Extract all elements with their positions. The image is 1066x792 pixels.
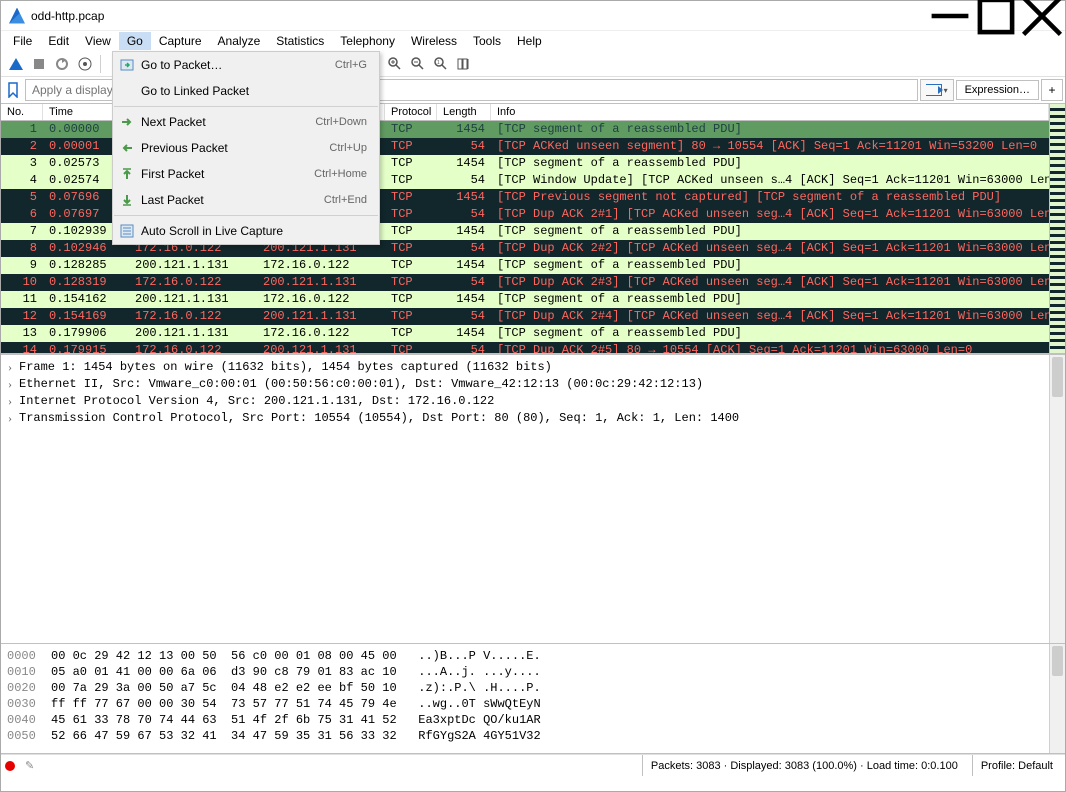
last-icon [113, 192, 141, 208]
hex-row[interactable]: 004045 61 33 78 70 74 44 63 51 4f 2f 6b … [7, 712, 1059, 728]
detail-text: Transmission Control Protocol, Src Port:… [19, 410, 739, 427]
status-profile[interactable]: Profile: Default [972, 755, 1061, 776]
go-menu-go-to-linked-packet[interactable]: Go to Linked Packet [113, 78, 379, 104]
detail-row[interactable]: ›Ethernet II, Src: Vmware_c0:00:01 (00:5… [1, 376, 1065, 393]
expand-icon[interactable]: › [1, 359, 19, 376]
zoom-reset-icon[interactable]: 1 [430, 53, 452, 75]
next-icon [113, 114, 141, 130]
prev-icon [113, 140, 141, 156]
add-filter-button[interactable]: + [1041, 79, 1063, 101]
column-length[interactable]: Length [437, 104, 491, 120]
go-menu-auto-scroll-in-live-capture[interactable]: Auto Scroll in Live Capture [113, 218, 379, 244]
packet-details-pane[interactable]: ›Frame 1: 1454 bytes on wire (11632 bits… [1, 354, 1065, 644]
menu-capture[interactable]: Capture [151, 32, 210, 50]
first-icon [113, 166, 141, 182]
menu-tools[interactable]: Tools [465, 32, 509, 50]
column-no[interactable]: No. [1, 104, 43, 120]
maximize-button[interactable] [973, 1, 1019, 31]
menu-item-shortcut: Ctrl+Home [314, 168, 367, 180]
menu-go[interactable]: Go [119, 32, 151, 50]
menu-item-label: Next Packet [141, 115, 315, 129]
close-button[interactable] [1019, 1, 1065, 31]
go-menu-next-packet[interactable]: Next PacketCtrl+Down [113, 109, 379, 135]
status-packets: Packets: 3083 · Displayed: 3083 (100.0%)… [642, 755, 966, 776]
go-menu-previous-packet[interactable]: Previous PacketCtrl+Up [113, 135, 379, 161]
menu-edit[interactable]: Edit [40, 32, 77, 50]
menu-item-label: Go to Linked Packet [141, 84, 367, 98]
packet-row[interactable]: 100.128319172.16.0.122200.121.1.131TCP54… [1, 274, 1049, 291]
expand-icon[interactable]: › [1, 410, 19, 427]
menu-item-label: Auto Scroll in Live Capture [141, 224, 367, 238]
zoom-in-icon[interactable] [384, 53, 406, 75]
menu-wireless[interactable]: Wireless [403, 32, 465, 50]
detail-text: Internet Protocol Version 4, Src: 200.12… [19, 393, 494, 410]
start-capture-icon[interactable] [5, 53, 27, 75]
menu-telephony[interactable]: Telephony [332, 32, 403, 50]
status-bar: ✎ Packets: 3083 · Displayed: 3083 (100.0… [1, 754, 1065, 776]
hex-row[interactable]: 005052 66 47 59 67 53 32 41 34 47 59 35 … [7, 728, 1059, 744]
go-menu-last-packet[interactable]: Last PacketCtrl+End [113, 187, 379, 213]
detail-text: Ethernet II, Src: Vmware_c0:00:01 (00:50… [19, 376, 703, 393]
menu-view[interactable]: View [77, 32, 119, 50]
go-dropdown-menu: Go to Packet…Ctrl+G Go to Linked Packet Ne… [112, 51, 380, 245]
packet-row[interactable]: 120.154169172.16.0.122200.121.1.131TCP54… [1, 308, 1049, 325]
bookmark-icon[interactable] [3, 80, 23, 100]
column-info[interactable]: Info [491, 104, 1049, 120]
capture-options-icon[interactable] [74, 53, 96, 75]
hex-row[interactable]: 001005 a0 01 41 00 00 6a 06 d3 90 c8 79 … [7, 664, 1059, 680]
edit-status-icon[interactable]: ✎ [25, 759, 34, 772]
svg-text:1: 1 [437, 60, 440, 66]
menu-item-label: Go to Packet… [141, 58, 335, 72]
zoom-out-icon[interactable] [407, 53, 429, 75]
menu-item-shortcut: Ctrl+Down [315, 116, 367, 128]
details-scrollbar[interactable] [1049, 355, 1065, 643]
expression-button[interactable]: Expression… [956, 80, 1039, 100]
packet-bytes-pane[interactable]: 000000 0c 29 42 12 13 00 50 56 c0 00 01 … [1, 644, 1065, 754]
expand-icon[interactable]: › [1, 376, 19, 393]
app-logo-icon [9, 8, 25, 24]
hex-row[interactable]: 000000 0c 29 42 12 13 00 50 56 c0 00 01 … [7, 648, 1059, 664]
apply-filter-button[interactable]: ▾ [920, 79, 954, 101]
detail-text: Frame 1: 1454 bytes on wire (11632 bits)… [19, 359, 552, 376]
stop-capture-icon[interactable] [28, 53, 50, 75]
detail-row[interactable]: ›Transmission Control Protocol, Src Port… [1, 410, 1065, 427]
packet-row[interactable]: 110.154162200.121.1.131172.16.0.122TCP14… [1, 291, 1049, 308]
menu-item-label: Last Packet [141, 193, 324, 207]
expand-icon[interactable]: › [1, 393, 19, 410]
record-indicator-icon [5, 761, 15, 771]
packet-row[interactable]: 130.179906200.121.1.131172.16.0.122TCP14… [1, 325, 1049, 342]
menu-item-label: Previous Packet [141, 141, 329, 155]
menu-item-label: First Packet [141, 167, 314, 181]
window-title: odd-http.pcap [31, 9, 104, 23]
minimize-button[interactable] [927, 1, 973, 31]
menu-help[interactable]: Help [509, 32, 550, 50]
autoscroll-icon [113, 223, 141, 239]
go-packet-icon [113, 57, 141, 73]
menubar: FileEditViewGoCaptureAnalyzeStatisticsTe… [1, 31, 1065, 51]
hex-row[interactable]: 0030ff ff 77 67 00 00 30 54 73 57 77 51 … [7, 696, 1059, 712]
packet-minimap[interactable] [1049, 104, 1065, 353]
go-menu-first-packet[interactable]: First PacketCtrl+Home [113, 161, 379, 187]
menu-file[interactable]: File [5, 32, 40, 50]
column-protocol[interactable]: Protocol [385, 104, 437, 120]
go-menu-go-to-packet-[interactable]: Go to Packet…Ctrl+G [113, 52, 379, 78]
packet-row[interactable]: 90.128285200.121.1.131172.16.0.122TCP145… [1, 257, 1049, 274]
detail-row[interactable]: ›Internet Protocol Version 4, Src: 200.1… [1, 393, 1065, 410]
hex-scrollbar[interactable] [1049, 644, 1065, 753]
packet-row[interactable]: 140.179915172.16.0.122200.121.1.131TCP54… [1, 342, 1049, 353]
menu-item-shortcut: Ctrl+G [335, 59, 367, 71]
menu-statistics[interactable]: Statistics [268, 32, 332, 50]
resize-columns-icon[interactable] [453, 53, 475, 75]
menu-item-shortcut: Ctrl+End [324, 194, 367, 206]
restart-capture-icon[interactable] [51, 53, 73, 75]
menu-item-shortcut: Ctrl+Up [329, 142, 367, 154]
detail-row[interactable]: ›Frame 1: 1454 bytes on wire (11632 bits… [1, 359, 1065, 376]
menu-analyze[interactable]: Analyze [210, 32, 269, 50]
titlebar: odd-http.pcap [1, 1, 1065, 31]
hex-row[interactable]: 002000 7a 29 3a 00 50 a7 5c 04 48 e2 e2 … [7, 680, 1059, 696]
